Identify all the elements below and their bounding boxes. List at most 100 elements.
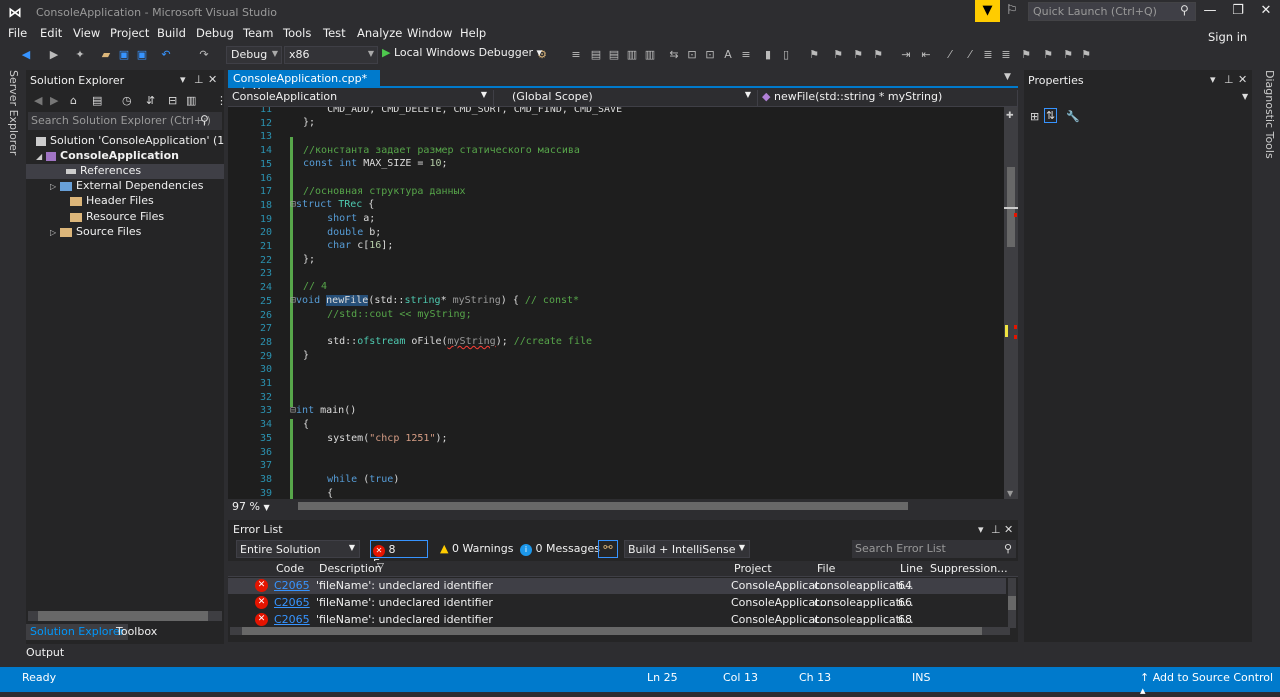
editor-horizontal-scrollbar[interactable] [228, 499, 1018, 513]
scrollbar-thumb[interactable] [242, 627, 982, 635]
menu-project[interactable]: Project [110, 26, 149, 40]
menu-file[interactable]: File [8, 26, 27, 40]
column-project[interactable]: Project [734, 562, 772, 575]
tree-solution[interactable]: Solution 'ConsoleApplication' (1 project… [26, 134, 224, 149]
flag-icon-2[interactable]: ⚑ [1040, 47, 1056, 63]
save-all-icon[interactable]: ▣ [134, 47, 150, 63]
tree-references[interactable]: References [26, 164, 224, 179]
tree-resource-files[interactable]: Resource Files [26, 210, 224, 225]
scrollbar-thumb[interactable] [38, 611, 208, 621]
outdent-icon[interactable]: ⇤ [918, 47, 934, 63]
forward-icon[interactable]: ▶ [46, 47, 62, 63]
quick-launch-input[interactable]: Quick Launch (Ctrl+Q) [1028, 2, 1196, 21]
toolbar-icon-c[interactable]: ▤ [606, 47, 622, 63]
home-icon[interactable]: ⌂ [70, 94, 77, 107]
errors-filter-button[interactable]: ✕ 8 Errors [370, 540, 428, 570]
undo-icon[interactable]: ↶ [158, 47, 174, 63]
switch-views-icon[interactable]: ▤ [92, 94, 102, 107]
open-file-icon[interactable]: ▰ [98, 47, 114, 63]
menu-test[interactable]: Test [323, 26, 346, 40]
toolbar-icon-e[interactable]: ▥ [642, 47, 658, 63]
back-icon[interactable]: ◀ [34, 94, 42, 107]
tree-external-deps[interactable]: ▷ External Dependencies [26, 179, 224, 194]
forward-icon[interactable]: ▶ [50, 94, 58, 107]
save-icon[interactable]: ▣ [116, 47, 132, 63]
feedback-icon[interactable]: ⚐ [1006, 3, 1022, 19]
sign-in-link[interactable]: Sign in [1208, 30, 1247, 44]
error-row[interactable]: ✕ C2065 'fileName': undeclared identifie… [228, 595, 1006, 611]
solution-search-input[interactable]: Search Solution Explorer (Ctrl+;) [28, 112, 222, 130]
scope-nav-select[interactable]: (Global Scope) ▼ [494, 90, 758, 106]
toolbar-icon-k[interactable]: ▮ [760, 47, 776, 63]
scrollbar-thumb[interactable] [1008, 596, 1016, 610]
align-icon-2[interactable]: ≣ [998, 47, 1014, 63]
chevron-down-icon[interactable]: ▾ [1210, 73, 1216, 86]
categorized-icon[interactable]: ⊞ [1030, 110, 1039, 123]
project-nav-select[interactable]: ConsoleApplication ▼ [228, 90, 494, 106]
source-control-button[interactable]: ↑ Add to Source Control ▴ [1140, 671, 1280, 697]
chevron-down-icon[interactable]: ▾ [978, 523, 984, 536]
menu-debug[interactable]: Debug [196, 26, 234, 40]
build-filter-select[interactable]: Build + IntelliSense ▼ [624, 540, 750, 558]
toolbar-icon-l[interactable]: ▯ [778, 47, 794, 63]
zoom-level[interactable]: 97 % ▼ [232, 500, 270, 513]
column-suppression[interactable]: Suppression... [930, 562, 1008, 575]
scrollbar-thumb[interactable] [298, 502, 908, 510]
scroll-down-icon[interactable]: ▼ [1007, 489, 1013, 498]
chevron-down-icon[interactable]: ▾ [180, 73, 186, 86]
search-icon[interactable]: ⚲ [1180, 3, 1189, 17]
platform-select[interactable]: x86 ▼ [284, 46, 378, 64]
tab-output[interactable]: Output [26, 646, 64, 659]
flag-icon-4[interactable]: ⚑ [1078, 47, 1094, 63]
scope-select[interactable]: Entire Solution ▼ [236, 540, 360, 558]
bookmark-clear-icon[interactable]: ⚑ [870, 47, 886, 63]
error-list-scrollbar[interactable] [1008, 578, 1016, 628]
menu-window[interactable]: Window [407, 26, 452, 40]
current-project-filter-icon[interactable]: ⚯ [598, 540, 618, 558]
bookmark-next-icon[interactable]: ⚑ [850, 47, 866, 63]
toolbar-icon-f[interactable]: ⇆ [666, 47, 682, 63]
menu-team[interactable]: Team [243, 26, 273, 40]
toolbar-icon-a[interactable]: ≡ [568, 47, 584, 63]
toolbar-icon-i[interactable]: A [720, 47, 736, 63]
property-pages-icon[interactable]: 🔧 [1066, 110, 1080, 123]
column-description[interactable]: Description [319, 562, 382, 575]
tree-project[interactable]: ◢ ConsoleApplication [26, 149, 224, 164]
alphabetical-icon[interactable]: ⇅ [1044, 108, 1058, 123]
close-button[interactable]: ✕ [1252, 0, 1280, 22]
tab-solution-explorer[interactable]: Solution Explorer [26, 624, 129, 640]
toolbar-icon-g[interactable]: ⊡ [684, 47, 700, 63]
error-row[interactable]: ✕ C2065 'fileName': undeclared identifie… [228, 578, 1006, 594]
tree-header-files[interactable]: Header Files [26, 194, 224, 209]
tab-toolbox[interactable]: Toolbox [116, 625, 157, 638]
menu-help[interactable]: Help [460, 26, 486, 40]
search-icon[interactable]: ⚲ [200, 113, 209, 127]
split-icon[interactable]: ✚ [1006, 111, 1014, 121]
editor-vertical-scrollbar[interactable]: ✚ ▼ [1004, 107, 1018, 499]
warnings-filter-button[interactable]: ▲ 0 Warnings [438, 540, 515, 558]
toolbar-icon-h[interactable]: ⊡ [702, 47, 718, 63]
menu-build[interactable]: Build [157, 26, 186, 40]
more-icon[interactable]: ⋮ [216, 94, 227, 107]
redo-icon[interactable]: ↷ [196, 47, 212, 63]
messages-filter-button[interactable]: i 0 Messages [518, 540, 602, 558]
column-file[interactable]: File [817, 562, 835, 575]
column-code[interactable]: Code [276, 562, 304, 575]
flag-icon-3[interactable]: ⚑ [1060, 47, 1076, 63]
start-debugging-button[interactable]: ▶ Local Windows Debugger ▾ [382, 46, 542, 59]
align-icon[interactable]: ≣ [980, 47, 996, 63]
column-line[interactable]: Line [900, 562, 923, 575]
minimize-button[interactable]: — [1196, 0, 1224, 22]
close-icon[interactable]: ✕ [208, 73, 217, 86]
show-all-icon[interactable]: ▥ [186, 94, 196, 107]
toolbar-icon-j[interactable]: ≡ [738, 47, 754, 63]
comment-icon[interactable]: ⁄ [942, 47, 958, 63]
error-code-link[interactable]: C2065 [274, 596, 310, 609]
close-icon[interactable]: ✕ [1004, 523, 1013, 536]
error-search-input[interactable]: Search Error List ⚲ [852, 540, 1016, 558]
error-row[interactable]: ✕ C2065 'fileName': undeclared identifie… [228, 612, 1006, 628]
bookmark-icon[interactable]: ⚑ [806, 47, 822, 63]
uncomment-icon[interactable]: ⁄ [962, 47, 978, 63]
bookmark-prev-icon[interactable]: ⚑ [830, 47, 846, 63]
toolbar-icon-d[interactable]: ▥ [624, 47, 640, 63]
